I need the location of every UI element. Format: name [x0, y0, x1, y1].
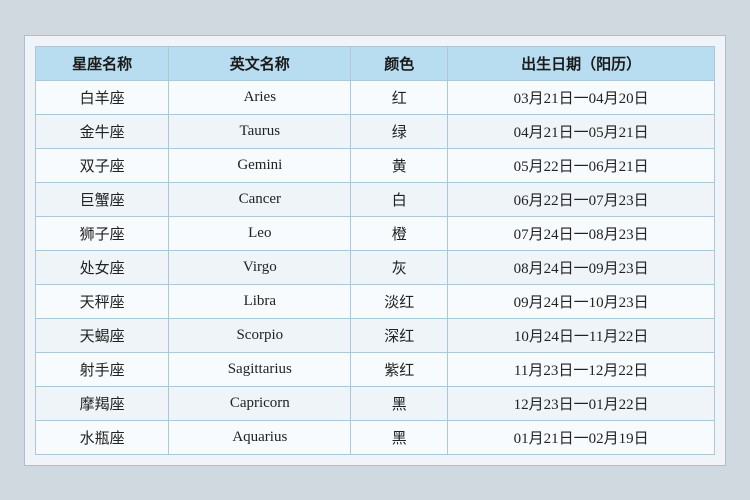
cell-chinese-name: 狮子座 [36, 216, 169, 250]
cell-dates: 10月24日一11月22日 [448, 318, 715, 352]
cell-color: 黑 [351, 386, 448, 420]
cell-english-name: Virgo [169, 250, 351, 284]
cell-dates: 07月24日一08月23日 [448, 216, 715, 250]
cell-english-name: Aquarius [169, 420, 351, 454]
zodiac-table: 星座名称 英文名称 颜色 出生日期（阳历） 白羊座Aries红03月21日一04… [35, 46, 715, 455]
cell-color: 红 [351, 80, 448, 114]
table-row: 射手座Sagittarius紫红11月23日一12月22日 [36, 352, 715, 386]
cell-color: 黄 [351, 148, 448, 182]
cell-chinese-name: 双子座 [36, 148, 169, 182]
cell-chinese-name: 天秤座 [36, 284, 169, 318]
cell-color: 黑 [351, 420, 448, 454]
cell-english-name: Cancer [169, 182, 351, 216]
cell-color: 灰 [351, 250, 448, 284]
header-english-name: 英文名称 [169, 46, 351, 80]
cell-dates: 09月24日一10月23日 [448, 284, 715, 318]
table-row: 狮子座Leo橙07月24日一08月23日 [36, 216, 715, 250]
cell-english-name: Scorpio [169, 318, 351, 352]
table-row: 金牛座Taurus绿04月21日一05月21日 [36, 114, 715, 148]
table-header-row: 星座名称 英文名称 颜色 出生日期（阳历） [36, 46, 715, 80]
cell-dates: 08月24日一09月23日 [448, 250, 715, 284]
cell-chinese-name: 金牛座 [36, 114, 169, 148]
cell-color: 淡红 [351, 284, 448, 318]
cell-chinese-name: 摩羯座 [36, 386, 169, 420]
cell-dates: 03月21日一04月20日 [448, 80, 715, 114]
cell-chinese-name: 射手座 [36, 352, 169, 386]
cell-color: 橙 [351, 216, 448, 250]
cell-english-name: Aries [169, 80, 351, 114]
header-chinese-name: 星座名称 [36, 46, 169, 80]
table-row: 水瓶座Aquarius黑01月21日一02月19日 [36, 420, 715, 454]
cell-dates: 11月23日一12月22日 [448, 352, 715, 386]
cell-color: 绿 [351, 114, 448, 148]
cell-dates: 04月21日一05月21日 [448, 114, 715, 148]
cell-chinese-name: 白羊座 [36, 80, 169, 114]
cell-color: 白 [351, 182, 448, 216]
cell-chinese-name: 水瓶座 [36, 420, 169, 454]
cell-english-name: Capricorn [169, 386, 351, 420]
header-color: 颜色 [351, 46, 448, 80]
cell-dates: 12月23日一01月22日 [448, 386, 715, 420]
cell-chinese-name: 巨蟹座 [36, 182, 169, 216]
table-row: 处女座Virgo灰08月24日一09月23日 [36, 250, 715, 284]
cell-color: 深红 [351, 318, 448, 352]
table-body: 白羊座Aries红03月21日一04月20日金牛座Taurus绿04月21日一0… [36, 80, 715, 454]
cell-dates: 01月21日一02月19日 [448, 420, 715, 454]
cell-english-name: Leo [169, 216, 351, 250]
zodiac-table-container: 星座名称 英文名称 颜色 出生日期（阳历） 白羊座Aries红03月21日一04… [24, 35, 726, 466]
table-row: 天秤座Libra淡红09月24日一10月23日 [36, 284, 715, 318]
cell-english-name: Libra [169, 284, 351, 318]
cell-color: 紫红 [351, 352, 448, 386]
table-row: 双子座Gemini黄05月22日一06月21日 [36, 148, 715, 182]
cell-english-name: Gemini [169, 148, 351, 182]
table-row: 摩羯座Capricorn黑12月23日一01月22日 [36, 386, 715, 420]
header-dates: 出生日期（阳历） [448, 46, 715, 80]
cell-chinese-name: 处女座 [36, 250, 169, 284]
cell-dates: 05月22日一06月21日 [448, 148, 715, 182]
cell-dates: 06月22日一07月23日 [448, 182, 715, 216]
cell-chinese-name: 天蝎座 [36, 318, 169, 352]
cell-english-name: Sagittarius [169, 352, 351, 386]
table-row: 巨蟹座Cancer白06月22日一07月23日 [36, 182, 715, 216]
cell-english-name: Taurus [169, 114, 351, 148]
table-row: 白羊座Aries红03月21日一04月20日 [36, 80, 715, 114]
table-row: 天蝎座Scorpio深红10月24日一11月22日 [36, 318, 715, 352]
